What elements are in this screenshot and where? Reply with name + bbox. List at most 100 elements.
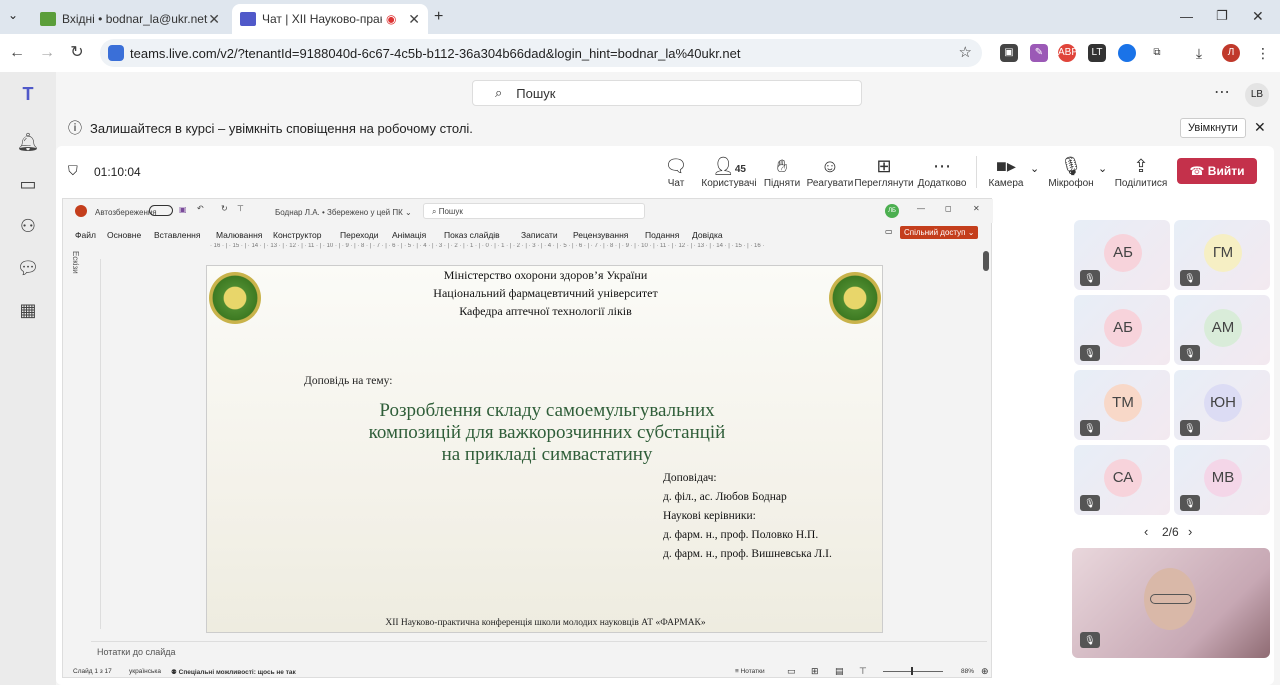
ppt-user-avatar[interactable]: ЛБ	[885, 204, 899, 218]
extension-icon[interactable]: ▣	[1000, 44, 1018, 62]
info-icon: ⓘ	[68, 120, 82, 136]
close-icon[interactable]: ✕	[973, 204, 980, 213]
minimize-icon[interactable]: —	[1180, 9, 1193, 24]
address-bar[interactable]: teams.live.com/v2/?tenantId=9188040d-6c6…	[100, 39, 982, 67]
forward-icon[interactable]: →	[36, 42, 58, 64]
document-title[interactable]: Боднар Л.А. • Збережено у цей ПК ⌄	[275, 208, 412, 217]
chevron-down-icon[interactable]: ⌄	[1030, 162, 1039, 175]
ribbon-tab[interactable]: Основне	[107, 230, 141, 240]
participant-tile[interactable]: СА 🎙︎	[1074, 445, 1170, 515]
abp-extension-icon[interactable]: ABP	[1058, 44, 1078, 62]
normal-view-icon[interactable]: ▭	[787, 666, 796, 677]
self-video-tile[interactable]: 🎙︎	[1072, 548, 1270, 658]
ribbon-tab[interactable]: Малювання	[216, 230, 262, 240]
redo-icon[interactable]: ↻	[221, 204, 228, 213]
ribbon-tab[interactable]: Записати	[521, 230, 558, 240]
autosave-toggle[interactable]	[149, 205, 173, 216]
tab-list-chevron-icon[interactable]: ⌄	[8, 8, 18, 22]
vertical-scrollbar[interactable]	[983, 251, 989, 271]
video-icon[interactable]: ▭	[16, 172, 40, 196]
ribbon-tab[interactable]: Файл	[75, 230, 96, 240]
notes-pane[interactable]: Нотатки до слайда	[91, 641, 987, 659]
share-access-button[interactable]: Спільний доступ ⌄	[900, 226, 979, 239]
save-icon[interactable]: ▣	[179, 205, 187, 214]
participant-tile[interactable]: ТМ 🎙︎	[1074, 370, 1170, 440]
reload-icon[interactable]: ↻	[66, 42, 88, 64]
slide-canvas[interactable]: Міністерство охорони здоров’я України На…	[206, 265, 883, 633]
site-info-icon[interactable]	[108, 45, 124, 61]
thumbnails-pane-label[interactable]: Ескізи	[71, 251, 80, 274]
ribbon-tab[interactable]: Рецензування	[573, 230, 628, 240]
ribbon-tab[interactable]: Вставлення	[154, 230, 200, 240]
undo-icon[interactable]: ↶	[197, 204, 204, 213]
share-button[interactable]: ⇪ Поділитися	[1111, 154, 1171, 189]
chevron-down-icon[interactable]: ⌄	[1098, 162, 1107, 175]
teams-search[interactable]: ⌕ Пошук	[472, 80, 862, 106]
tab-inbox[interactable]: Вхідні • bodnar_la@ukr.net ✕	[32, 4, 228, 34]
pen-extension-icon[interactable]: ✎	[1030, 44, 1048, 62]
participant-tile[interactable]: АМ 🎙︎	[1174, 295, 1270, 365]
zoom-slider-thumb[interactable]	[911, 667, 913, 675]
more-options-icon[interactable]: ⋯	[1214, 82, 1230, 102]
participant-tile[interactable]: ГМ 🎙︎	[1174, 220, 1270, 290]
smile-icon: ☺	[820, 156, 840, 176]
new-tab-button[interactable]: +	[434, 8, 443, 26]
participant-tile[interactable]: АБ 🎙︎	[1074, 295, 1170, 365]
mail-icon	[40, 12, 56, 26]
fit-slide-icon[interactable]: ⊕	[981, 666, 989, 677]
close-icon[interactable]: ✕	[408, 11, 420, 28]
maximize-icon[interactable]: ❐	[1216, 8, 1228, 24]
bookmark-star-icon[interactable]: ☆	[959, 43, 972, 61]
bell-icon[interactable]: 🔔︎	[16, 130, 40, 154]
dot-extension-icon[interactable]	[1118, 44, 1136, 62]
teams-logo-icon[interactable]: T	[16, 82, 40, 106]
lt-extension-icon[interactable]: LT	[1088, 44, 1106, 62]
slide-sorter-icon[interactable]: ⊞	[811, 666, 819, 677]
status-accessibility[interactable]: ⚉ Спеціальні можливості: щось не так	[171, 668, 296, 676]
zoom-level[interactable]: 88%	[961, 668, 974, 675]
zoom-slider[interactable]	[883, 671, 943, 672]
browser-menu-icon[interactable]: ⋮	[1254, 44, 1272, 62]
user-avatar[interactable]: LB	[1245, 83, 1269, 107]
close-icon[interactable]: ✕	[208, 11, 220, 28]
people-button[interactable]: 👤︎45 Користувачі	[699, 154, 759, 189]
mic-button[interactable]: 🎙︎ Мікрофон	[1041, 154, 1101, 189]
close-icon[interactable]: ✕	[1254, 119, 1266, 136]
profile-avatar[interactable]: Л	[1222, 44, 1240, 62]
camera-button[interactable]: ■▸ Камера	[976, 154, 1036, 189]
ribbon-tab[interactable]: Довідка	[692, 230, 723, 240]
ribbon-tab[interactable]: Конструктор	[273, 230, 321, 240]
more-button[interactable]: ⋯ Додатково	[912, 154, 972, 189]
participant-tile[interactable]: МВ 🎙︎	[1174, 445, 1270, 515]
status-language[interactable]: українська	[129, 668, 161, 675]
participant-tile[interactable]: ЮН 🎙︎	[1174, 370, 1270, 440]
ppt-search[interactable]: ⌕ Пошук	[423, 203, 645, 219]
chat-button[interactable]: 🗨︎ Чат	[646, 154, 706, 189]
community-icon[interactable]: ⚇	[16, 214, 40, 238]
ribbon-tab[interactable]: Анімація	[392, 230, 426, 240]
comments-icon[interactable]: ▭	[885, 227, 893, 236]
extensions-puzzle-icon[interactable]: ⧉	[1148, 44, 1166, 62]
tab-teams-chat[interactable]: Чат | XII Науково-практич ◉ ✕	[232, 4, 428, 34]
leave-button[interactable]: ☎ Вийти	[1177, 158, 1257, 184]
back-icon[interactable]: ←	[6, 42, 28, 64]
window-close-icon[interactable]: ✕	[1252, 8, 1264, 25]
presenter-icon[interactable]: ⊤	[237, 204, 244, 213]
maximize-icon[interactable]: ◻	[945, 204, 952, 213]
ribbon-tab[interactable]: Подання	[645, 230, 679, 240]
status-notes-button[interactable]: ≡ Нотатки	[735, 668, 765, 675]
chat-icon[interactable]: 💬︎	[16, 256, 40, 280]
gallery-prev-icon[interactable]: ‹	[1144, 524, 1148, 539]
enable-notifications-button[interactable]: Увімкнути	[1180, 118, 1246, 138]
reading-view-icon[interactable]: ▤	[835, 666, 844, 677]
view-button[interactable]: ⊞ Переглянути	[854, 154, 914, 189]
download-icon[interactable]: ⤓	[1190, 44, 1208, 62]
ribbon-tab[interactable]: Переходи	[340, 230, 379, 240]
minimize-icon[interactable]: —	[917, 204, 925, 213]
gallery-next-icon[interactable]: ›	[1188, 524, 1192, 539]
ribbon-tab[interactable]: Показ слайдів	[444, 230, 500, 240]
slideshow-icon[interactable]: ⊤	[859, 666, 867, 677]
participant-tile[interactable]: АБ 🎙︎	[1074, 220, 1170, 290]
react-button[interactable]: ☺ Реагувати	[800, 154, 860, 189]
calendar-icon[interactable]: ▦	[16, 298, 40, 322]
